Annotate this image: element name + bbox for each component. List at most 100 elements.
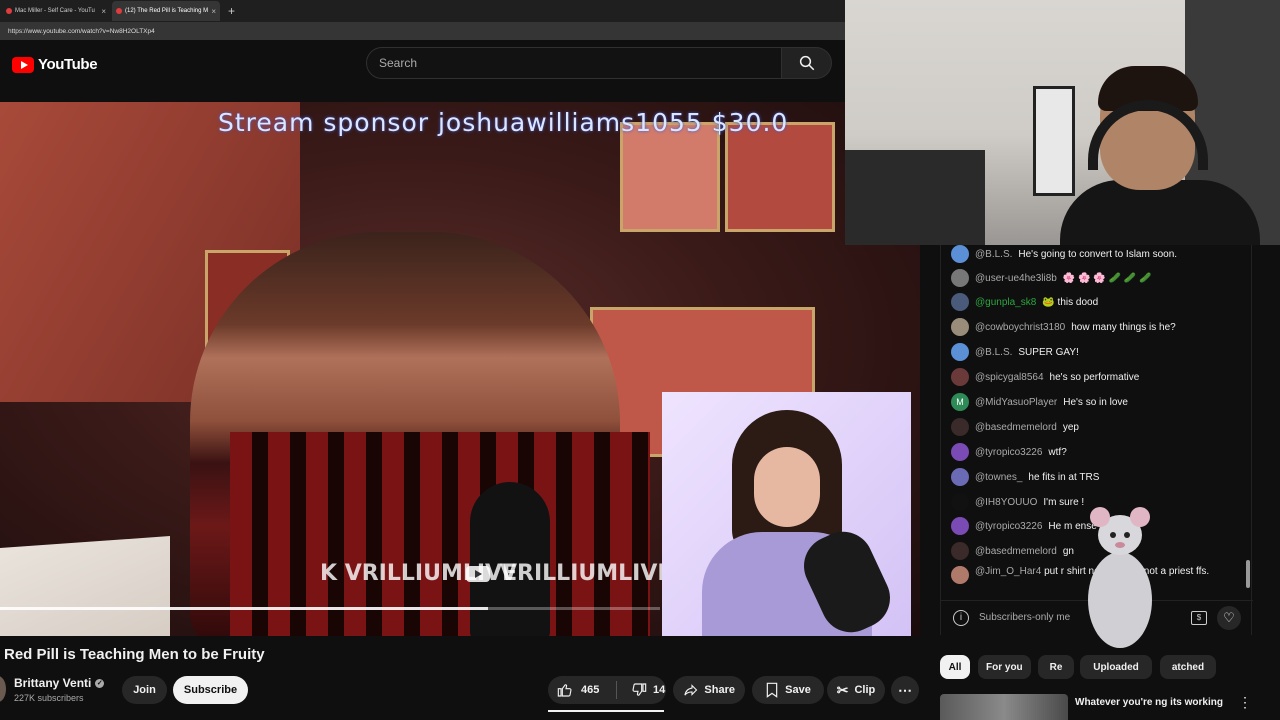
chat-avatar[interactable] <box>951 269 969 287</box>
chat-username[interactable]: @spicygal8564 <box>975 372 1044 383</box>
chat-username[interactable]: @basedmemelord <box>975 546 1057 557</box>
filter-chip[interactable]: Re <box>1038 655 1074 679</box>
close-tab-icon[interactable]: × <box>101 7 106 16</box>
chat-avatar[interactable] <box>951 468 969 486</box>
chat-username[interactable]: @Jim_O_Har4 <box>975 566 1041 577</box>
logo-text: YouTube <box>38 56 98 73</box>
poster <box>725 122 835 232</box>
verified-icon: ✓ <box>95 678 105 688</box>
browser-tab-2[interactable]: (12) The Red Pill is Teaching M × <box>112 1 220 21</box>
filter-chip[interactable]: Uploaded <box>1080 655 1152 679</box>
chat-avatar[interactable] <box>951 443 969 461</box>
chat-input-placeholder: Subscribers-only me <box>979 612 1071 623</box>
channel-name[interactable]: Brittany Venti ✓ <box>14 676 105 690</box>
channel-name-text: Brittany Venti <box>14 676 92 690</box>
super-chat-icon[interactable]: $ <box>1191 610 1207 625</box>
subscriber-count: 227K subscribers <box>14 693 84 703</box>
dislike-button[interactable]: 14 <box>623 682 665 698</box>
close-tab-icon[interactable]: × <box>211 7 216 16</box>
more-actions-button[interactable]: ⋯ <box>891 676 919 704</box>
chat-text: 🐸 this dood <box>1042 296 1099 308</box>
shirt <box>1060 180 1260 245</box>
chat-text: wtf? <box>1048 446 1067 458</box>
subscribe-button[interactable]: Subscribe <box>173 676 248 704</box>
chat-avatar[interactable] <box>951 318 969 336</box>
filter-chip[interactable]: atched <box>1160 655 1216 679</box>
thumbs-down-icon <box>632 683 647 696</box>
clip-label: Clip <box>854 684 876 696</box>
heart-icon[interactable]: ♡ <box>1217 605 1241 630</box>
chat-text: SUPER GAY! <box>1018 346 1079 358</box>
chat-message: @basedmemelord yep <box>951 418 1246 436</box>
chat-message: M @MidYasuoPlayer He's so in love <box>951 393 1246 411</box>
clip-button[interactable]: ✂ Clip <box>827 676 885 704</box>
search-icon <box>799 55 814 71</box>
save-button[interactable]: Save <box>752 676 824 704</box>
chat-username[interactable]: @gunpla_sk8 <box>975 297 1036 308</box>
chat-avatar[interactable] <box>951 542 969 560</box>
video-progress-bar[interactable] <box>0 607 660 610</box>
recommendation-title[interactable]: Whatever you're ng its working <box>1075 696 1225 709</box>
filter-chip[interactable]: All <box>940 655 970 679</box>
address-bar[interactable]: https://www.youtube.com/watch?v=Nw8H2OLT… <box>0 22 845 40</box>
chat-username[interactable]: @basedmemelord <box>975 422 1057 433</box>
chat-avatar[interactable] <box>951 293 969 311</box>
chat-username[interactable]: @tyropico3226 <box>975 521 1042 532</box>
chat-avatar[interactable] <box>951 517 969 535</box>
share-button[interactable]: Share <box>673 676 745 704</box>
chat-message: @spicygal8564 he's so performative <box>951 368 1246 386</box>
filter-chip[interactable]: For you <box>978 655 1031 679</box>
youtube-logo[interactable]: YouTube <box>12 56 98 73</box>
chat-scrollbar[interactable] <box>1246 560 1250 588</box>
chat-avatar[interactable] <box>951 245 969 263</box>
like-count: 465 <box>581 684 600 696</box>
info-icon[interactable]: i <box>953 609 969 626</box>
like-button[interactable]: 465 <box>548 682 610 698</box>
chat-text: he's so performative <box>1049 371 1140 383</box>
scissors-icon: ✂ <box>836 682 849 698</box>
chat-avatar[interactable] <box>951 493 969 511</box>
search-placeholder: Search <box>379 56 418 70</box>
chat-message: @B.L.S. He's going to convert to Islam so… <box>951 245 1246 263</box>
join-button[interactable]: Join <box>122 676 167 704</box>
chat-username[interactable]: @user-ue4he3li8b <box>975 273 1057 284</box>
chat-message: @B.L.S. SUPER GAY! <box>951 343 1246 361</box>
chat-username[interactable]: @MidYasuoPlayer <box>975 397 1057 408</box>
shelf <box>845 150 985 245</box>
streamer-webcam <box>845 0 1280 245</box>
browser-tab-1[interactable]: Mac Miller - Self Care - YouTu × <box>2 1 110 21</box>
save-label: Save <box>785 684 811 696</box>
chat-avatar[interactable]: M <box>951 393 969 411</box>
chat-avatar[interactable] <box>951 418 969 436</box>
chat-avatar[interactable] <box>951 566 969 584</box>
chat-text: He's so in love <box>1063 396 1128 408</box>
laptop <box>0 536 170 636</box>
tab-label: Mac Miller - Self Care - YouTu <box>15 8 95 14</box>
chat-username[interactable]: @townes_ <box>975 472 1022 483</box>
share-icon <box>684 684 698 696</box>
more-horizontal-icon: ⋯ <box>898 682 912 698</box>
chat-username[interactable]: @IH8YOUUO <box>975 497 1037 508</box>
chat-text: yep <box>1062 421 1079 433</box>
recommendation-thumbnail[interactable] <box>940 694 1068 720</box>
browser-tab-bar: Mac Miller - Self Care - YouTu × (12) Th… <box>0 0 845 22</box>
search-input[interactable]: Search <box>366 47 782 79</box>
chat-username[interactable]: @tyropico3226 <box>975 447 1042 458</box>
share-label: Share <box>704 684 735 696</box>
more-vertical-icon[interactable]: ⋮ <box>1238 694 1252 711</box>
youtube-favicon-icon <box>6 8 12 14</box>
new-tab-icon[interactable]: + <box>228 4 235 18</box>
chat-avatar[interactable] <box>951 343 969 361</box>
watermark-text: VRILLIUMLIVE <box>500 561 673 586</box>
chat-username[interactable]: @B.L.S. <box>975 347 1012 358</box>
streamer <box>1060 66 1260 245</box>
channel-avatar[interactable] <box>0 676 6 702</box>
chat-text: how many things is he? <box>1071 321 1176 333</box>
progress-fill <box>0 607 489 610</box>
bookmark-icon <box>766 682 778 698</box>
chat-text: 🌸 🌸 🌸 🥒 🥒 🥒 <box>1062 272 1152 284</box>
search-button[interactable] <box>782 47 832 79</box>
chat-username[interactable]: @cowboychrist3180 <box>975 322 1065 333</box>
chat-username[interactable]: @B.L.S. <box>975 249 1012 260</box>
chat-avatar[interactable] <box>951 368 969 386</box>
